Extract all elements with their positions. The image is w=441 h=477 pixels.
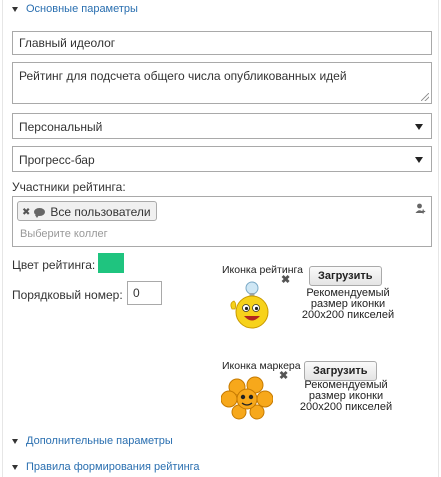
caret-down-icon xyxy=(12,464,18,470)
rating-description-value: Рейтинг для подсчета общего числа опубли… xyxy=(19,69,347,83)
orange-flower-icon xyxy=(220,375,274,420)
members-label: Участники рейтинга: xyxy=(12,180,126,194)
rating-type-value: Персональный xyxy=(19,120,103,134)
members-chip: ✖ Все пользователи xyxy=(17,201,157,221)
section-toggle-additional[interactable]: Дополнительные параметры xyxy=(12,435,173,447)
order-number-input[interactable]: 0 xyxy=(127,281,162,305)
section-label-basic: Основные параметры xyxy=(26,3,138,15)
chat-bubble-icon xyxy=(34,208,46,218)
marker-icon-hint: Рекомендуемый размер иконки 200x200 пикс… xyxy=(299,379,393,413)
remove-chip-icon[interactable]: ✖ xyxy=(22,207,30,218)
rating-type-select[interactable]: Персональный xyxy=(12,113,432,139)
color-label: Цвет рейтинга: xyxy=(12,258,96,272)
marker-icon-label: Иконка маркера xyxy=(222,360,301,372)
upload-rating-icon-button[interactable]: Загрузить xyxy=(309,266,382,286)
order-label: Порядковый номер: xyxy=(12,288,123,302)
color-picker-swatch[interactable] xyxy=(98,253,124,273)
section-toggle-basic[interactable]: Основные параметры xyxy=(12,3,138,15)
add-person-icon[interactable] xyxy=(415,203,426,217)
members-search-input[interactable]: Выберите коллег xyxy=(20,228,108,240)
section-toggle-rules[interactable]: Правила формирования рейтинга xyxy=(12,461,200,473)
dropdown-arrow-icon xyxy=(415,157,423,163)
resize-grip-icon[interactable] xyxy=(421,93,429,101)
order-number-value: 0 xyxy=(133,286,140,300)
rating-display-select[interactable]: Прогресс-бар xyxy=(12,146,432,172)
members-selector[interactable]: ✖ Все пользователи Выберите коллег xyxy=(12,196,432,247)
smiley-lightbulb-icon xyxy=(221,279,273,331)
members-chip-label: Все пользователи xyxy=(50,205,151,219)
rating-icon-hint: Рекомендуемый размер иконки 200x200 пикс… xyxy=(301,287,395,321)
rating-icon-label: Иконка рейтинга xyxy=(222,264,303,276)
rating-title-value: Главный идеолог xyxy=(19,36,116,50)
dropdown-arrow-icon xyxy=(415,124,423,130)
rating-description-textarea[interactable]: Рейтинг для подсчета общего числа опубли… xyxy=(12,62,432,104)
remove-marker-icon-button[interactable]: ✖ xyxy=(279,369,288,382)
section-label-rules: Правила формирования рейтинга xyxy=(26,461,200,473)
rating-title-input[interactable]: Главный идеолог xyxy=(12,31,432,55)
section-label-additional: Дополнительные параметры xyxy=(26,435,173,447)
caret-down-icon xyxy=(12,438,18,444)
caret-down-icon xyxy=(12,6,18,12)
remove-rating-icon-button[interactable]: ✖ xyxy=(281,273,290,286)
upload-marker-icon-button[interactable]: Загрузить xyxy=(304,361,377,381)
rating-display-value: Прогресс-бар xyxy=(19,153,95,167)
